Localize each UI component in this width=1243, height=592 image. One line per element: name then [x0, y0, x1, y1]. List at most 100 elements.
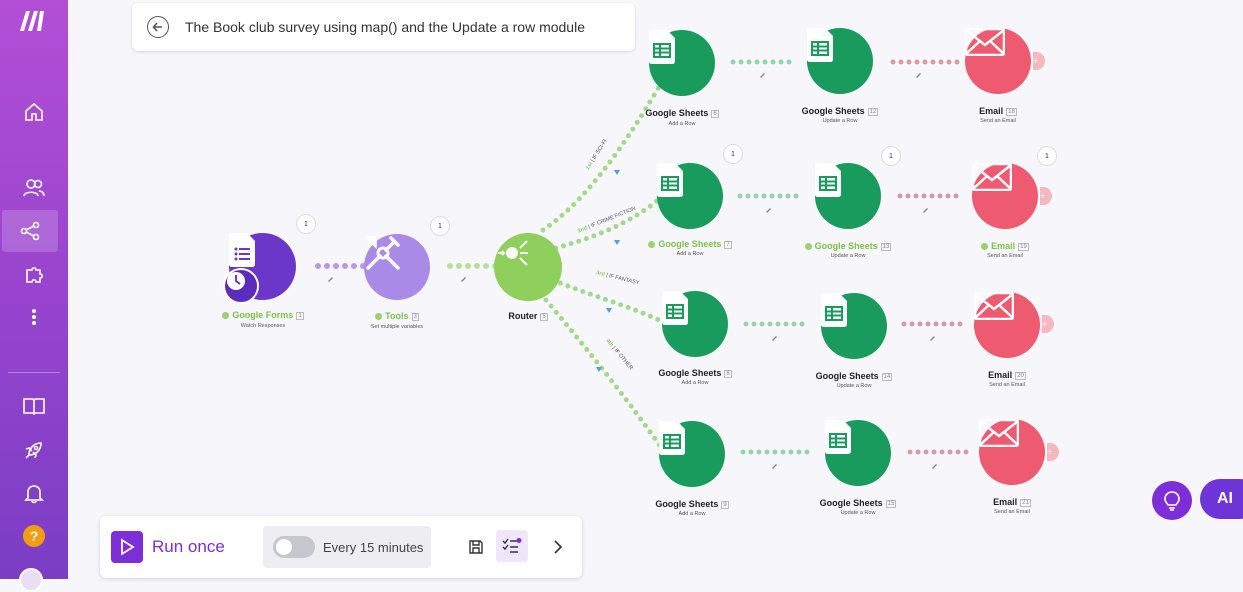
- rocket-icon: [25, 442, 42, 459]
- google-sheets-icon: [662, 291, 688, 325]
- save-icon[interactable]: [464, 534, 488, 560]
- sheets-label-r4-2: Google Sheets 15: [819, 498, 897, 508]
- sheets-module-r1-1[interactable]: [649, 30, 715, 96]
- google-sheets-icon: [649, 30, 675, 64]
- tools-label: Tools 3: [327, 311, 467, 321]
- run-once-label: Run once: [152, 537, 225, 556]
- back-arrow-icon[interactable]: [147, 16, 169, 38]
- sheets-module-r4-2[interactable]: [825, 420, 891, 486]
- make-logo[interactable]: [0, 0, 68, 42]
- sheets-op-count-r2-1[interactable]: 1: [723, 144, 743, 164]
- run-once-button[interactable]: Run once: [111, 531, 231, 563]
- avatar[interactable]: [19, 568, 43, 592]
- ai-label: AI: [1217, 490, 1233, 507]
- chevron-right-icon[interactable]: [546, 534, 570, 560]
- sidebar: ?: [0, 0, 68, 592]
- sheets-module-r3-1[interactable]: [662, 291, 728, 357]
- email-module-r2[interactable]: [972, 163, 1038, 229]
- sidebar-item-more[interactable]: [0, 296, 68, 338]
- sheets-sub-r1-1: Add a Row: [668, 121, 696, 127]
- email-label-r4: Email 21: [993, 497, 1031, 507]
- sidebar-item-whats-new[interactable]: [0, 429, 68, 471]
- google-sheets-icon: [657, 163, 683, 197]
- email-envelope-icon: [979, 419, 1019, 447]
- forms-label: Google Forms 1: [193, 310, 333, 320]
- trigger-clock-icon[interactable]: [223, 268, 259, 304]
- sidebar-item-apps[interactable]: [0, 254, 68, 296]
- notifications-bell-icon: [24, 485, 44, 504]
- sheets-label-r1-1: Google Sheets 6: [645, 108, 719, 118]
- sheets-module-r3-2[interactable]: [821, 293, 887, 359]
- email-op-count-r2[interactable]: 1: [1037, 146, 1057, 166]
- sheets-module-r2-1[interactable]: [657, 163, 723, 229]
- tools-sub: Set multiple variables: [370, 324, 424, 330]
- lightbulb-icon: [1164, 490, 1180, 511]
- connection-router-branch-1: [540, 77, 666, 233]
- router-module[interactable]: [494, 233, 562, 301]
- sheets-op-count-r2-2[interactable]: 1: [881, 146, 901, 166]
- email-label-r2: Email 19: [935, 241, 1075, 251]
- schedule-toggle[interactable]: [273, 536, 315, 558]
- email-sub-r4: Send an Email: [994, 509, 1030, 515]
- email-module-r1[interactable]: [965, 28, 1031, 94]
- sidebar-item-scenarios[interactable]: [2, 210, 58, 252]
- sheets-module-r1-2[interactable]: [807, 28, 873, 94]
- schedule-control[interactable]: Every 15 minutes: [263, 526, 431, 568]
- ai-assistant-button[interactable]: AI: [1200, 479, 1243, 519]
- email-label-r1: Email 18: [979, 106, 1017, 116]
- email-envelope-icon: [972, 163, 1012, 191]
- email-envelope-icon: [974, 292, 1014, 320]
- more-vertical-icon: [32, 309, 36, 325]
- sheets-label-r3-1: Google Sheets 8: [658, 368, 732, 378]
- google-forms-icon: [229, 233, 255, 267]
- sheets-module-r2-2[interactable]: [815, 163, 881, 229]
- help-icon: ?: [23, 525, 45, 547]
- sheets-sub-r3-1: Add a Row: [681, 380, 709, 386]
- sheets-sub-r2-1: Add a Row: [676, 251, 704, 257]
- scenario-title-bar: The Book club survey using map() and the…: [132, 3, 635, 51]
- sidebar-item-help[interactable]: ?: [0, 515, 68, 557]
- tools-icon: [364, 236, 400, 270]
- email-label-r3: Email 20: [988, 370, 1026, 380]
- scenarios-icon: [20, 221, 40, 241]
- tools-module[interactable]: [364, 234, 430, 300]
- logo-icon: [20, 11, 44, 31]
- sheets-sub-r4-2: Update a Row: [840, 510, 876, 516]
- sheets-module-r4-1[interactable]: [659, 421, 725, 487]
- sheets-sub-r3-2: Update a Row: [836, 383, 872, 389]
- google-sheets-icon: [807, 28, 833, 62]
- apps-puzzle-icon: [26, 266, 44, 283]
- sheets-sub-r4-1: Add a Row: [678, 511, 706, 517]
- scenario-canvas[interactable]: 1st | IF SCI-FI 2nd | IF CRIME FICTION 3…: [68, 0, 1243, 579]
- home-icon: [25, 102, 43, 121]
- email-module-r4[interactable]: [979, 419, 1045, 485]
- sidebar-item-notifications[interactable]: [0, 472, 68, 514]
- email-sub-r1: Send an Email: [980, 118, 1016, 124]
- sheets-label-r1-2: Google Sheets 12: [801, 106, 879, 116]
- sheets-label-r4-1: Google Sheets 9: [655, 499, 729, 509]
- sidebar-item-team[interactable]: [0, 167, 68, 209]
- sheets-label-r2-1: Google Sheets 7: [620, 239, 760, 249]
- schedule-label: Every 15 minutes: [323, 539, 424, 555]
- sidebar-item-docs[interactable]: [0, 385, 68, 427]
- google-sheets-icon: [821, 293, 847, 327]
- scenario-settings-icon[interactable]: [496, 530, 528, 562]
- tools-op-count[interactable]: 1: [430, 216, 450, 236]
- bottom-toolbar: Run once Every 15 minutes: [100, 516, 582, 578]
- scenario-title[interactable]: The Book club survey using map() and the…: [185, 19, 585, 35]
- forms-op-count[interactable]: 1: [296, 214, 316, 234]
- docs-book-icon: [23, 398, 45, 416]
- sheets-sub-r1-2: Update a Row: [822, 118, 858, 124]
- google-sheets-icon: [659, 421, 685, 455]
- router-icon: [498, 240, 528, 266]
- sidebar-divider: [8, 372, 60, 373]
- forms-sub: Watch Responses: [240, 323, 286, 329]
- hints-button[interactable]: [1152, 481, 1192, 520]
- team-icon: [23, 179, 45, 197]
- google-sheets-icon: [825, 420, 851, 454]
- email-module-r3[interactable]: [974, 292, 1040, 358]
- email-sub-r3: Send an Email: [989, 382, 1025, 388]
- sidebar-item-home[interactable]: [0, 91, 68, 133]
- sheets-label-r3-2: Google Sheets 14: [815, 371, 893, 381]
- play-icon: [111, 531, 143, 563]
